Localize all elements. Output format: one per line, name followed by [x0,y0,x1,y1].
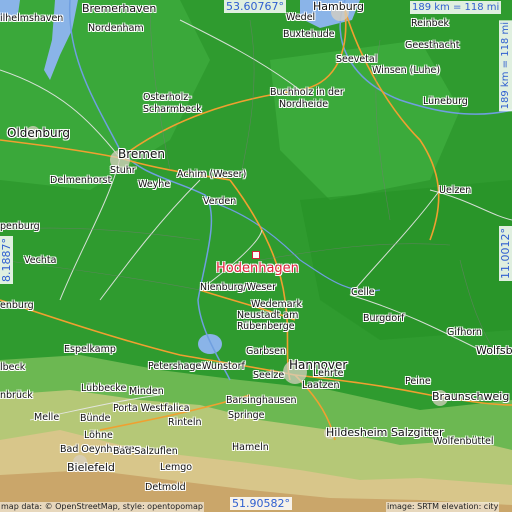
right-longitude-label: 11.0012° [499,226,512,281]
city-label: Bremerhaven [82,2,157,15]
city-label: Springe [228,410,265,421]
city-label: enburg [0,300,34,311]
scale-horizontal-label: 189 km = 118 mi [410,1,502,14]
city-label: Stuhr [110,165,136,176]
city-label: Buxtehude [283,29,335,40]
city-label: Löhne [84,430,113,441]
city-label: Rübenberge [237,321,295,332]
city-label: Barsinghausen [226,395,297,406]
city-label: Delmenhorst [50,175,112,186]
top-latitude-label: 53.60767° [224,0,286,13]
city-label: Geesthacht [405,40,460,51]
city-label: Melle [34,412,60,423]
city-label: Rinteln [168,417,202,428]
city-label: Neustadt am [237,310,299,321]
city-label: Winsen (Luhe) [372,65,441,76]
target-location-label: Hodenhagen [216,261,299,276]
city-label: Wolfsb [476,344,512,357]
city-label: Nienburg/Weser [200,282,277,293]
city-label: Weyhe [138,179,171,190]
city-label: Lehrte [313,368,344,379]
city-label: Lübbecke [81,383,127,394]
city-label: Scharmbeck [143,104,202,115]
city-label: Verden [203,196,237,207]
city-label: Seelze [253,370,285,381]
map-attribution: map data: © OpenStreetMap, style: opento… [0,502,204,512]
city-label: Reinbek [411,18,450,29]
city-label: Wolfenbüttel [433,436,494,447]
city-label: nbrück [0,390,33,401]
city-label: Espelkamp [64,344,116,355]
city-label: Seevetal [336,54,378,65]
city-label: Laatzen [302,380,340,391]
city-label: Celle [351,287,375,298]
city-label: Porta Westfalica [113,403,190,414]
city-label: Braunschweig [432,390,510,403]
city-label: Hameln [232,442,269,453]
city-label: Wunstorf [202,361,245,372]
city-label: Gifhorn [447,327,482,338]
city-label: Hildesheim [326,426,388,439]
city-label: Bielefeld [67,461,115,474]
city-label: Bremen [118,147,165,161]
city-label: Nordheide [279,99,329,110]
topographic-map[interactable]: 53.60767° 51.90582° 189 km = 118 mi 8.18… [0,0,512,512]
city-label: Osterholz- [143,92,192,103]
city-label: Lüneburg [423,96,468,107]
city-label: Peine [405,376,431,387]
city-label: Wedemark [251,299,303,310]
city-label: Petershagen [148,361,208,372]
city-label: Bad Salzuflen [113,446,178,457]
city-label: Wedel [286,12,316,23]
city-label: Achim (Weser) [177,169,247,180]
city-label: Buchholz in der [270,87,344,98]
city-label: Burgdorf [363,313,405,324]
left-longitude-label: 8.1887° [0,236,13,284]
city-label: ilhelmshaven [0,13,64,24]
city-label: lbeck [0,362,26,373]
city-label: Minden [129,386,164,397]
city-label: Hamburg [313,0,364,13]
target-location-marker[interactable] [252,251,260,259]
city-label: Vechta [24,255,57,266]
city-label: Lemgo [160,462,193,473]
city-label: Bünde [80,413,111,424]
city-label: Nordenham [88,23,144,34]
image-attribution: image: SRTM elevation: city [386,502,500,512]
city-label: penburg [0,221,40,232]
scale-vertical-label: 189 km = 118 mi [499,20,512,112]
city-label: Uelzen [439,185,472,196]
city-label: Oldenburg [7,126,70,140]
city-label: Garbsen [246,346,286,357]
city-label: Detmold [145,482,186,493]
bottom-latitude-label: 51.90582° [230,497,292,510]
